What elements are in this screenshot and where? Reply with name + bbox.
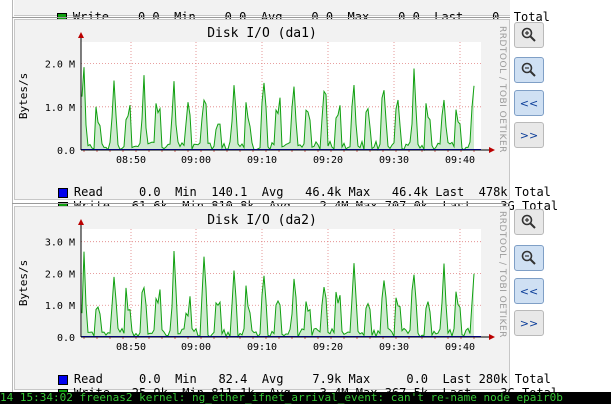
x-axis-arrow — [489, 334, 495, 340]
rrdtool-credit: RRDTOOL / TOBI OETIKER — [497, 26, 507, 153]
panel-divider — [12, 203, 510, 204]
panel-divider — [12, 17, 510, 18]
x-axis-arrow — [489, 147, 495, 153]
x-tick-label: 09:00 — [181, 155, 211, 166]
forward-button[interactable]: >> — [514, 310, 544, 336]
x-tick-label: 09:30 — [379, 342, 409, 353]
y-tick-label: 2.0 M — [45, 269, 75, 280]
y-axis-label: Bytes/s — [17, 73, 30, 119]
y-axis-label: Bytes/s — [17, 260, 30, 306]
back-button[interactable]: << — [514, 278, 544, 304]
x-tick-label: 09:40 — [445, 342, 475, 353]
x-tick-label: 09:20 — [313, 342, 343, 353]
x-tick-label: 09:10 — [247, 155, 277, 166]
console-status-line: 14 15:34:02 freenas2 kernel: ng_ether_if… — [0, 392, 611, 404]
y-axis-arrow — [78, 219, 84, 225]
x-tick-label: 08:50 — [116, 155, 146, 166]
zoom-out-button[interactable] — [514, 245, 544, 271]
x-tick-label: 09:10 — [247, 342, 277, 353]
y-tick-label: 1.0 M — [45, 301, 75, 312]
zoom-in-icon — [521, 214, 536, 229]
x-tick-label: 08:50 — [116, 342, 146, 353]
zoom-out-icon — [521, 62, 536, 77]
x-tick-label: 09:40 — [445, 155, 475, 166]
y-axis-arrow — [78, 32, 84, 38]
zoom-in-button[interactable] — [514, 22, 544, 48]
zoom-in-button[interactable] — [514, 209, 544, 235]
graph-panel-da2: Disk I/O (da2) Bytes/s 3.0 M 2.0 M 1.0 M 0.0 0… — [14, 206, 558, 400]
zoom-in-icon — [521, 27, 536, 42]
x-tick-label: 09:20 — [313, 155, 343, 166]
previous-graph-legend: Write 0.0 Min 0.0 Avg 0.0 Max 0.0 Last 0… — [14, 0, 550, 24]
back-button[interactable]: << — [514, 90, 544, 116]
y-tick-label: 0.0 — [57, 146, 75, 157]
zoom-out-button[interactable] — [514, 57, 544, 83]
y-tick-label: 1.0 M — [45, 103, 75, 114]
x-tick-label: 09:00 — [181, 342, 211, 353]
rrdtool-credit: RRDTOOL / TOBI OETIKER — [497, 211, 507, 338]
zoom-out-icon — [521, 250, 536, 265]
graph-title: Disk I/O (da2) — [207, 213, 317, 228]
y-tick-label: 0.0 — [57, 333, 75, 344]
y-tick-label: 3.0 M — [45, 238, 75, 249]
graph-panel-da1: Disk I/O (da1) Bytes/s 2.0 M 1.0 M 0.0 08:50 0… — [14, 19, 558, 213]
forward-button[interactable]: >> — [514, 122, 544, 148]
graph-title: Disk I/O (da1) — [207, 26, 317, 41]
left-frame — [0, 0, 13, 392]
x-tick-label: 09:30 — [379, 155, 409, 166]
y-tick-label: 2.0 M — [45, 60, 75, 71]
